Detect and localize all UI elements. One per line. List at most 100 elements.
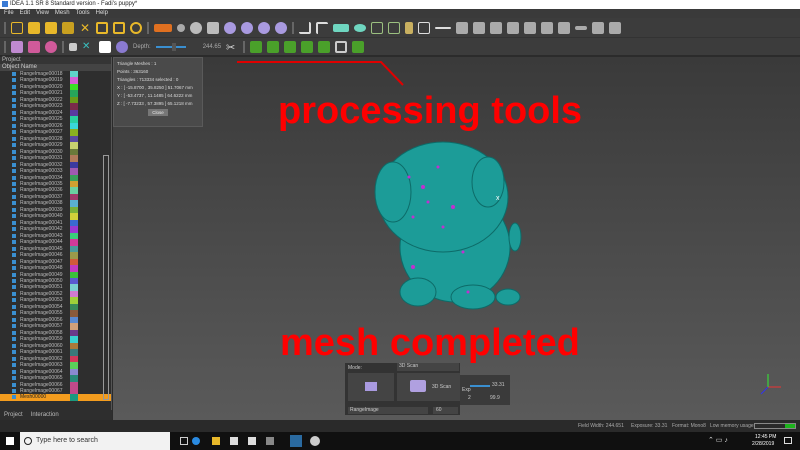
select-icon[interactable] [418,21,430,34]
boundary-icon[interactable] [335,40,348,53]
import-icon[interactable] [96,21,108,34]
tab-interaction[interactable]: Interaction [31,410,59,420]
exposure-status: Exposure: 33.31 [631,423,668,429]
rectangle-icon[interactable] [333,23,349,32]
points-count: Points : 363160 [117,69,149,74]
brush-icon[interactable] [405,21,413,34]
column-header[interactable]: Object Name [0,64,111,71]
shading-icon[interactable] [28,40,40,53]
simplify-icon[interactable] [318,40,331,53]
table-icon[interactable] [575,25,587,30]
store-icon[interactable] [230,437,238,445]
object-name: RangeImage00027 [20,129,63,136]
close-button[interactable]: Close [148,109,168,116]
color-swatch-icon[interactable] [69,42,77,51]
windows-start-icon[interactable] [6,437,14,445]
smooth-icon[interactable] [250,40,263,53]
object-icon [12,253,16,258]
depth-value[interactable]: 244.65 [203,44,221,50]
align-icon[interactable] [207,21,219,34]
line-icon[interactable] [435,26,451,29]
task-view-icon[interactable] [180,437,188,445]
clock-time[interactable]: 12:45 PM [755,434,776,440]
light-icon[interactable] [11,40,23,53]
depth-slider[interactable] [155,42,186,51]
edge-icon[interactable] [192,437,200,445]
plane-icon[interactable] [507,21,519,34]
tools-icon[interactable]: ✂ [226,41,238,54]
object-icon [12,188,16,193]
taskbar-search[interactable]: Type here to search [20,432,170,450]
background-color-icon[interactable] [99,40,111,53]
notification-icon[interactable] [784,437,792,444]
ellipse-icon[interactable] [354,23,366,32]
decimate-icon[interactable] [267,40,280,53]
fill-holes-icon[interactable] [284,40,297,53]
flip-icon[interactable] [352,40,365,53]
export-icon[interactable] [113,21,125,34]
lasso-icon[interactable] [388,21,400,34]
search-icon[interactable] [592,21,604,34]
save-icon[interactable] [45,21,57,34]
puppy-app-icon[interactable] [310,436,320,446]
nodes-icon[interactable] [241,21,253,34]
camera-icon [410,380,426,392]
app-icon[interactable] [266,437,274,445]
close-icon[interactable]: ✕ [79,22,91,34]
count-spinner[interactable]: 60 [433,407,458,414]
list-item[interactable]: Mesh00000 [0,394,111,401]
toolbar-grip[interactable] [4,40,6,53]
object-icon [12,233,16,238]
globe-icon[interactable] [190,21,202,34]
object-name: RangeImage00064 [20,368,63,375]
exp-max: 99.9 [490,395,500,401]
object-name: RangeImage00057 [20,323,63,330]
menu-edit[interactable]: Edit [20,9,30,18]
tray-icons[interactable]: ⌃ ▭ ♪ [708,436,728,444]
3d-scan-button[interactable]: 3D Scan [397,373,460,401]
open-folder-icon[interactable] [28,21,40,34]
texture-icon[interactable] [45,40,57,53]
polygon-icon[interactable] [371,21,383,34]
menu-mesh[interactable]: Mesh [55,9,70,18]
settings-icon[interactable] [609,21,621,34]
axis-icon[interactable]: ✕ [82,41,94,53]
mode-select[interactable]: 3D Scan [397,363,459,371]
cube-icon[interactable] [456,21,468,34]
menu-view[interactable]: View [36,9,49,18]
object-icon [12,240,16,245]
scrollbar[interactable] [103,155,109,400]
fill-icon[interactable] [473,21,485,34]
sphere-icon[interactable] [275,21,287,34]
new-file-icon[interactable] [11,21,23,34]
measure-icon[interactable] [541,21,553,34]
object-name: RangeImage00056 [20,316,63,323]
tab-project[interactable]: Project [4,410,23,420]
image-type-select[interactable]: RangeImage [348,407,428,414]
color-swatch[interactable] [70,394,78,401]
menu-tools[interactable]: Tools [76,9,90,18]
cut-icon[interactable] [490,21,502,34]
scanner-icon[interactable] [154,23,172,32]
exposure-slider[interactable] [470,385,490,387]
idea-app-icon[interactable] [290,435,302,447]
video-button[interactable] [348,373,394,401]
points-icon[interactable] [177,23,185,32]
palette-icon[interactable] [116,40,128,53]
link-icon[interactable] [258,21,270,34]
file-explorer-icon[interactable] [212,437,220,445]
object-icon [12,330,16,335]
clock-date[interactable]: 2/28/2019 [752,441,774,447]
mail-icon[interactable] [248,437,256,445]
remesh-icon[interactable] [301,40,314,53]
power-icon[interactable] [130,21,142,34]
rotate-icon[interactable] [558,21,570,34]
curve-icon[interactable] [299,21,311,34]
menu-help[interactable]: Help [96,9,108,18]
save-as-icon[interactable] [62,21,74,34]
toolbar-grip[interactable] [4,21,6,34]
transform-icon[interactable] [524,21,536,34]
merge-icon[interactable] [224,21,236,34]
menu-file[interactable]: File [4,9,14,18]
corner-icon[interactable] [316,21,328,34]
